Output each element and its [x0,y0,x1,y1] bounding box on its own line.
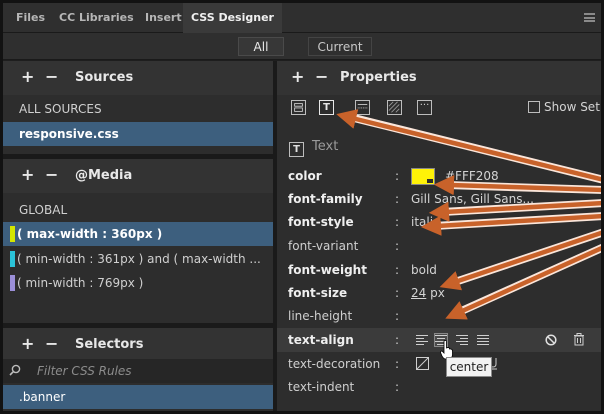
property-name: font-family [288,192,363,206]
view-toggle-bar: All Current [3,33,601,60]
property-name: font-style [288,215,354,229]
trash-icon[interactable] [573,333,585,346]
remove-media-button[interactable]: − [45,165,58,184]
media-item-global[interactable]: GLOBAL [3,198,273,222]
tab-files[interactable]: Files [16,3,45,33]
no-decoration-icon[interactable] [416,357,429,370]
media-item-min-769[interactable]: ( min-width : 769px ) [3,271,273,295]
properties-header: + − Properties [277,61,604,95]
panel-menu-icon[interactable] [584,13,595,22]
media-item-label: ( max-width : 360px ) [17,227,163,241]
property-name: text-decoration [288,357,381,371]
media-item-max-360[interactable]: ( max-width : 360px ) [3,222,273,246]
media-color-marker [10,275,15,291]
property-name: text-indent [288,380,355,394]
background-icon[interactable] [387,100,402,115]
property-row-line-height: line-height : [277,304,604,328]
source-item-responsive-css[interactable]: responsive.css [3,122,273,146]
font-size-value[interactable]: 24 px [411,281,445,305]
toggle-current-button[interactable]: Current [308,37,372,56]
selectors-header: + − Selectors [3,328,273,362]
tab-cc-libraries[interactable]: CC Libraries [59,3,134,33]
media-item-label: ( min-width : 769px ) [17,276,144,290]
text-icon[interactable]: T [319,100,334,115]
disable-property-icon[interactable] [545,334,557,346]
property-row-text-indent: text-indent : [277,375,604,399]
border-icon[interactable] [355,100,370,115]
property-name: line-height [288,309,353,323]
left-column: + − Sources ALL SOURCES responsive.css +… [3,61,273,414]
font-weight-value[interactable]: bold [411,258,437,282]
property-row-font-family: font-family : Gill Sans, Gill Sans... [277,187,604,211]
media-item-label: ( min-width : 361px ) and ( max-width ..… [17,252,261,266]
properties-title: Properties [340,70,417,85]
property-name: font-variant [288,239,359,253]
remove-selector-button[interactable]: − [45,334,58,353]
property-row-font-style: font-style : italic [277,210,604,234]
align-justify-icon[interactable] [477,334,489,346]
font-size-number[interactable]: 24 [411,286,426,300]
checkbox-icon[interactable] [528,101,540,113]
selectors-title: Selectors [75,337,144,352]
remove-property-button[interactable]: − [315,67,328,86]
tab-insert[interactable]: Insert [145,3,182,33]
panel-tab-bar: Files CC Libraries Insert CSS Designer [3,3,601,33]
add-selector-button[interactable]: + [21,334,34,353]
font-style-value[interactable]: italic [411,210,440,234]
color-swatch[interactable] [411,168,435,185]
selector-item-banner[interactable]: .banner [3,385,273,409]
media-header: + − @Media [3,159,273,193]
property-row-font-variant: font-variant : [277,234,604,258]
tab-css-designer[interactable]: CSS Designer [183,3,282,33]
align-left-icon[interactable] [416,334,428,346]
property-name: font-size [288,286,348,300]
more-icon[interactable]: ··· [417,100,432,115]
add-media-button[interactable]: + [21,165,34,184]
tooltip-center: center [446,357,492,377]
text-icon: T [289,142,304,157]
property-name: font-weight [288,263,367,277]
properties-panel: + − Properties T ··· Show Set T Text colo… [277,61,604,414]
property-row-font-size: font-size : 24 px [277,281,604,305]
toggle-all-button[interactable]: All [238,37,284,56]
color-value-input[interactable]: #FFF208 [445,164,499,188]
filter-placeholder: Filter CSS Rules [37,364,132,378]
property-name: color [288,169,322,183]
font-family-value[interactable]: Gill Sans, Gill Sans... [411,187,534,211]
source-item-all-sources[interactable]: ALL SOURCES [3,97,273,121]
media-title: @Media [75,168,133,183]
text-section-label: Text [312,139,339,154]
font-size-unit[interactable]: px [430,286,445,300]
align-right-icon[interactable] [456,334,468,346]
add-property-button[interactable]: + [291,67,304,86]
search-icon [9,364,21,376]
text-section-header: T Text [289,139,338,157]
add-source-button[interactable]: + [21,67,34,86]
filter-css-rules-input[interactable]: Filter CSS Rules [3,359,273,383]
show-set-label: Show Set [544,100,600,114]
property-row-font-weight: font-weight : bold [277,258,604,282]
media-color-marker [10,251,15,267]
media-color-marker [10,226,15,242]
sources-title: Sources [75,70,134,85]
sources-header: + − Sources [3,61,273,95]
show-set-checkbox[interactable]: Show Set [528,100,600,114]
property-name: text-align [288,333,354,347]
media-item-min-361[interactable]: ( min-width : 361px ) and ( max-width ..… [3,247,273,271]
layout-icon[interactable] [291,100,306,115]
remove-source-button[interactable]: − [45,67,58,86]
property-row-color: color : #FFF208 [277,164,604,188]
